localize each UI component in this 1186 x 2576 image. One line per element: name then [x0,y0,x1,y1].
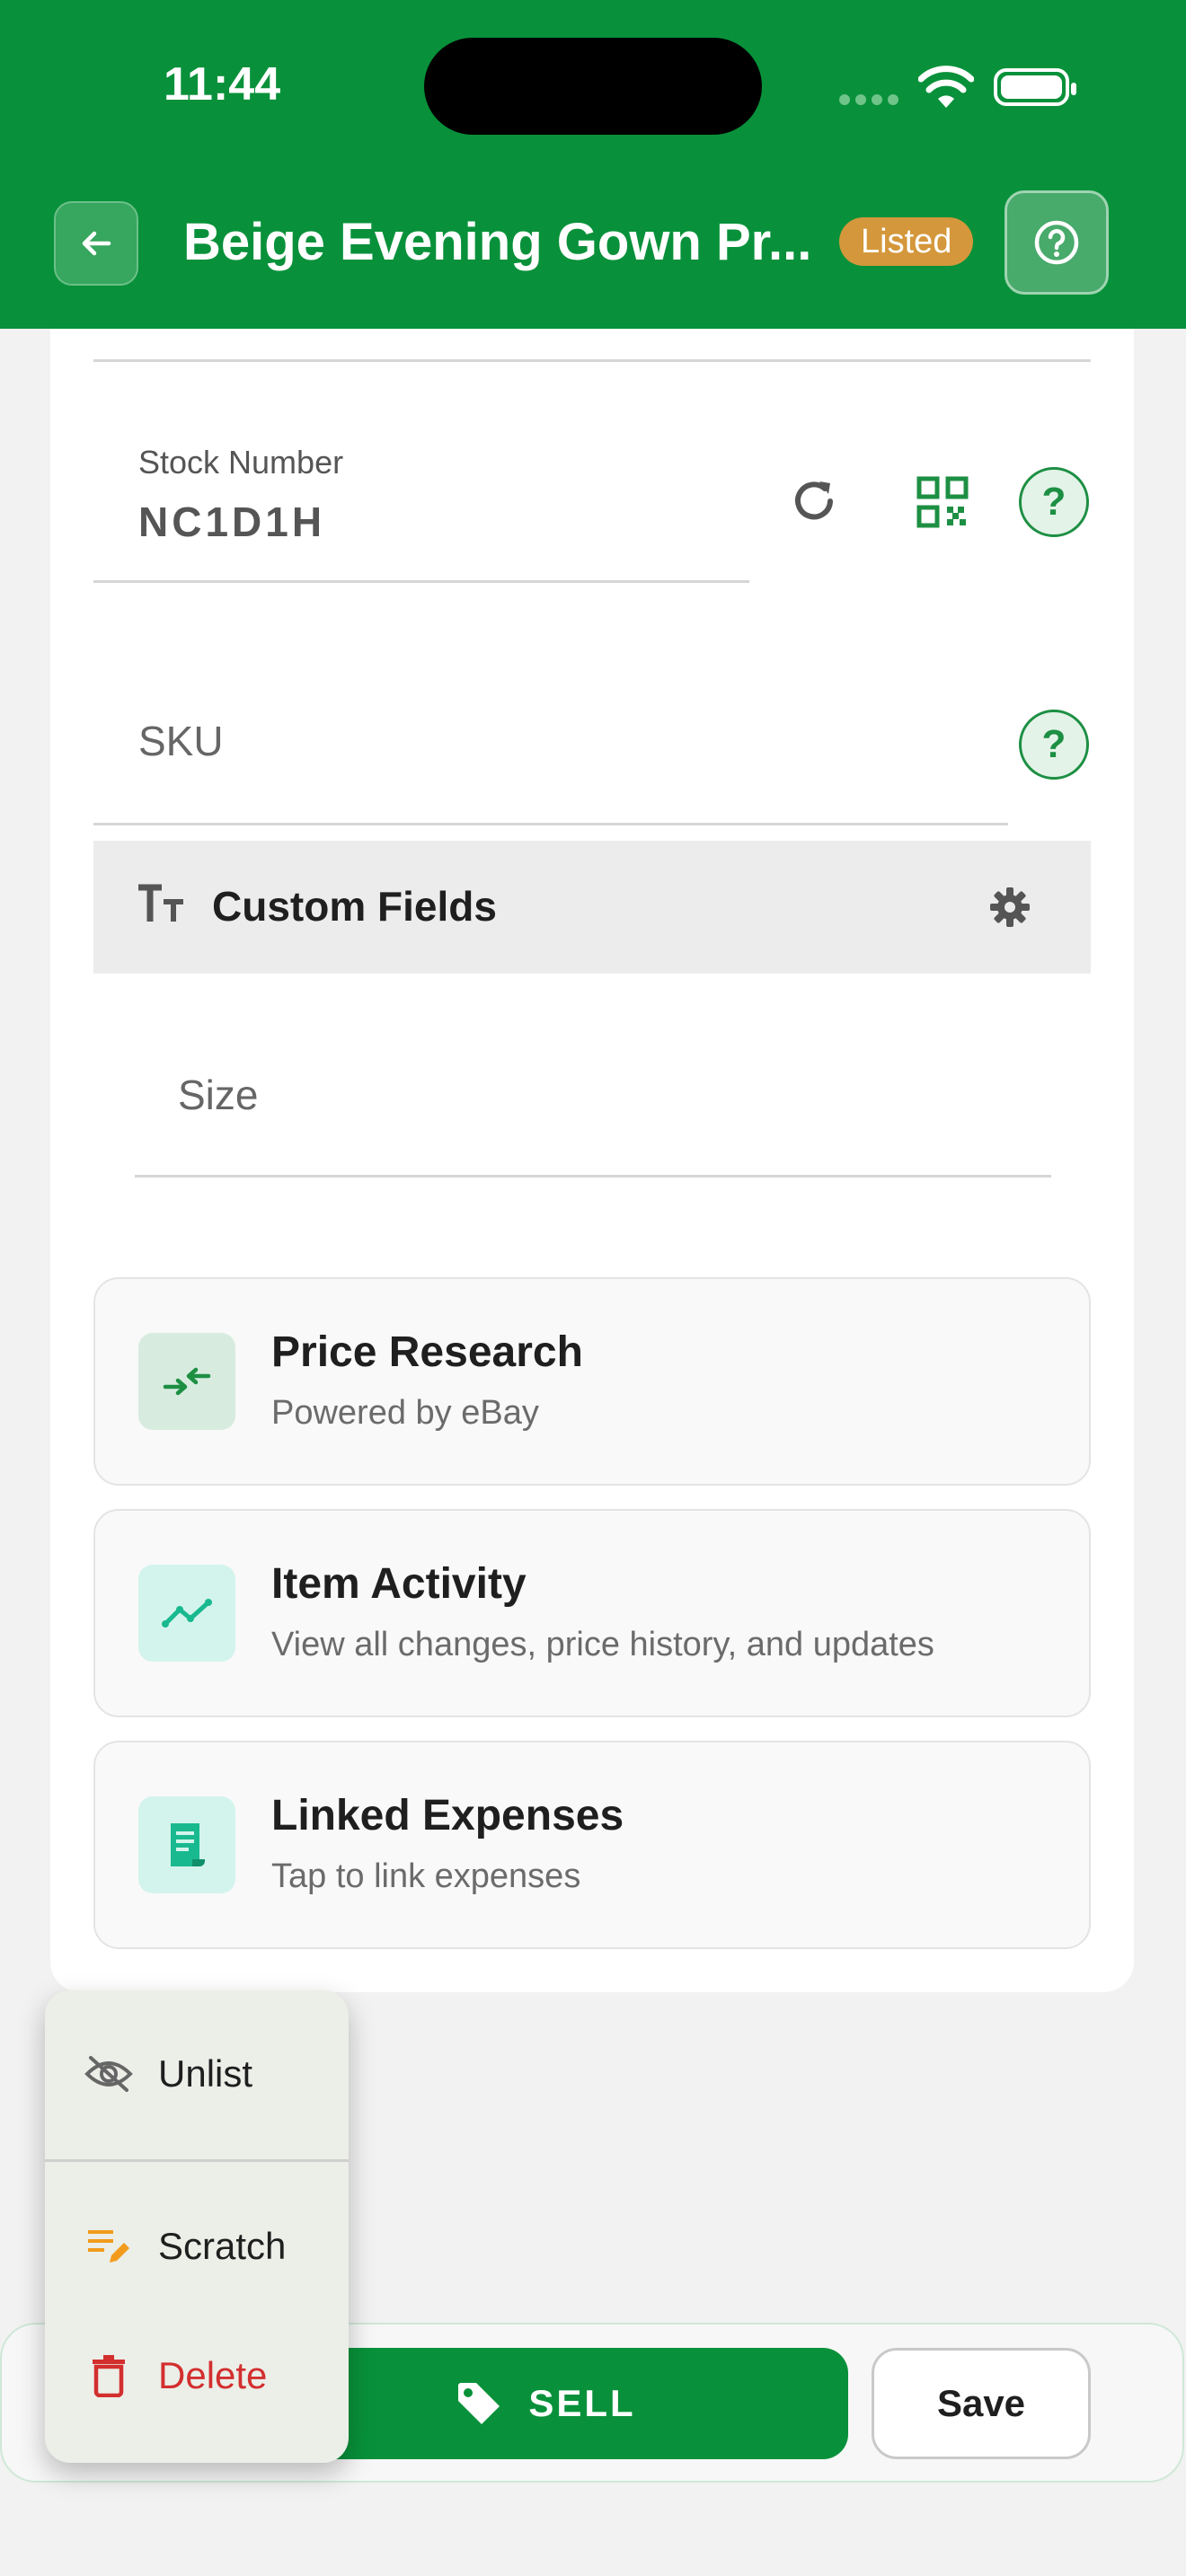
tag-icon [458,2383,500,2424]
menu-item-unlist[interactable]: Unlist [45,2025,349,2123]
status-badge: Listed [839,217,974,266]
menu-item-label: Unlist [158,2052,253,2095]
trending-icon [138,1565,235,1662]
save-button[interactable]: Save [872,2348,1091,2459]
status-time: 11:44 [164,58,281,110]
sell-button-label: SELL [528,2382,636,2424]
eye-off-icon [81,2046,137,2102]
wifi-icon [918,66,974,108]
sku-help-icon[interactable]: ? [1019,710,1089,780]
stock-number-label: Stock Number [138,444,344,481]
feature-title: Item Activity [271,1560,527,1608]
menu-item-label: Scratch [158,2225,287,2267]
menu-item-label: Delete [158,2354,268,2396]
gear-icon[interactable] [988,886,1031,929]
sku-input[interactable]: SKU [138,717,224,765]
compare-arrows-icon [138,1333,235,1430]
help-button[interactable] [1005,190,1109,295]
item-actions-menu: Unlist Scratch Delete [45,1990,349,2463]
custom-fields-title: Custom Fields [212,883,497,930]
divider [93,359,1091,362]
battery-icon [994,68,1076,106]
page-title: Beige Evening Gown Pr... [183,213,812,271]
dynamic-island [424,38,762,135]
help-icon [1034,220,1079,265]
sku-underline [93,823,1008,825]
linked-expenses-row[interactable]: Linked Expenses Tap to link expenses [93,1741,1091,1949]
price-research-row[interactable]: Price Research Powered by eBay [93,1277,1091,1486]
text-fields-icon [138,884,183,922]
feature-subtitle: Powered by eBay [271,1394,539,1432]
arrow-left-icon [82,231,111,256]
size-input[interactable]: Size [178,1071,258,1119]
receipt-icon [138,1796,235,1893]
menu-divider [45,2159,349,2162]
qr-code-icon[interactable] [916,476,969,528]
feature-title: Linked Expenses [271,1792,624,1839]
trash-icon [81,2348,137,2404]
item-activity-row[interactable]: Item Activity View all changes, price hi… [93,1509,1091,1717]
stock-number-help-icon[interactable]: ? [1019,467,1089,537]
size-underline [135,1175,1051,1178]
refresh-icon[interactable] [787,474,841,528]
feature-subtitle: View all changes, price history, and upd… [271,1626,934,1663]
cellular-signal-icon [839,93,904,110]
stock-number-field[interactable]: NC1D1H [138,498,325,546]
feature-title: Price Research [271,1328,583,1376]
stock-number-underline [93,580,749,583]
feature-subtitle: Tap to link expenses [271,1857,581,1895]
menu-item-delete[interactable]: Delete [45,2326,349,2425]
edit-note-icon [81,2219,137,2274]
menu-item-scratch[interactable]: Scratch [45,2197,349,2296]
back-button[interactable] [54,201,138,286]
